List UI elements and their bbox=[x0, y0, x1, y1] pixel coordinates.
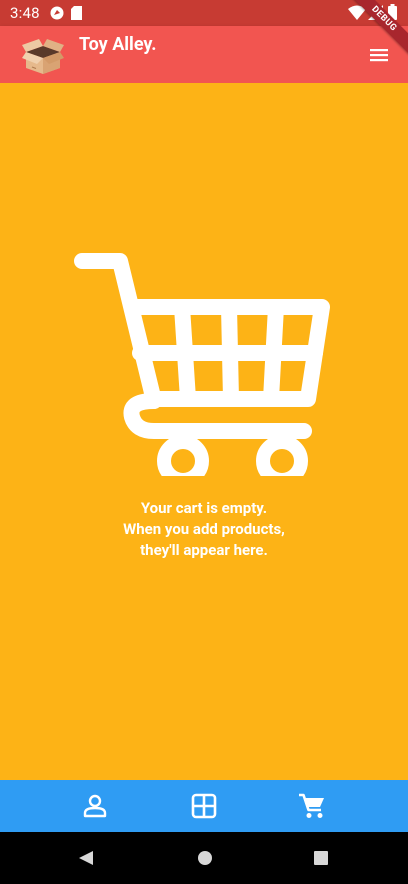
sd-card-icon bbox=[71, 6, 82, 20]
back-icon[interactable] bbox=[78, 850, 94, 866]
empty-cart-line-1: Your cart is empty. bbox=[140, 499, 268, 517]
cart-content: Your cart is empty. When you add product… bbox=[0, 83, 408, 780]
categories-grid-icon[interactable] bbox=[190, 792, 218, 820]
status-time: 3:48 bbox=[10, 4, 40, 22]
bottom-navigation bbox=[0, 780, 408, 832]
empty-cart-icon bbox=[74, 253, 330, 476]
empty-cart-message: Your cart is empty. When you add product… bbox=[54, 498, 354, 561]
recents-icon[interactable] bbox=[314, 851, 328, 865]
system-navigation-bar bbox=[0, 832, 408, 884]
app-bar: Toy Alley. bbox=[0, 26, 408, 83]
empty-cart-line-2: When you add products, bbox=[123, 520, 285, 538]
app-title: Toy Alley. bbox=[79, 34, 157, 55]
hamburger-menu-icon[interactable] bbox=[364, 42, 394, 68]
empty-cart-line-3: they'll appear here. bbox=[140, 541, 268, 559]
cart-nav-icon[interactable] bbox=[298, 792, 326, 820]
status-bar: 3:48 bbox=[0, 0, 408, 26]
home-icon[interactable] bbox=[197, 850, 213, 866]
profile-nav-icon[interactable] bbox=[81, 792, 109, 820]
notification-icon bbox=[50, 6, 64, 20]
box-logo-icon bbox=[22, 39, 64, 74]
